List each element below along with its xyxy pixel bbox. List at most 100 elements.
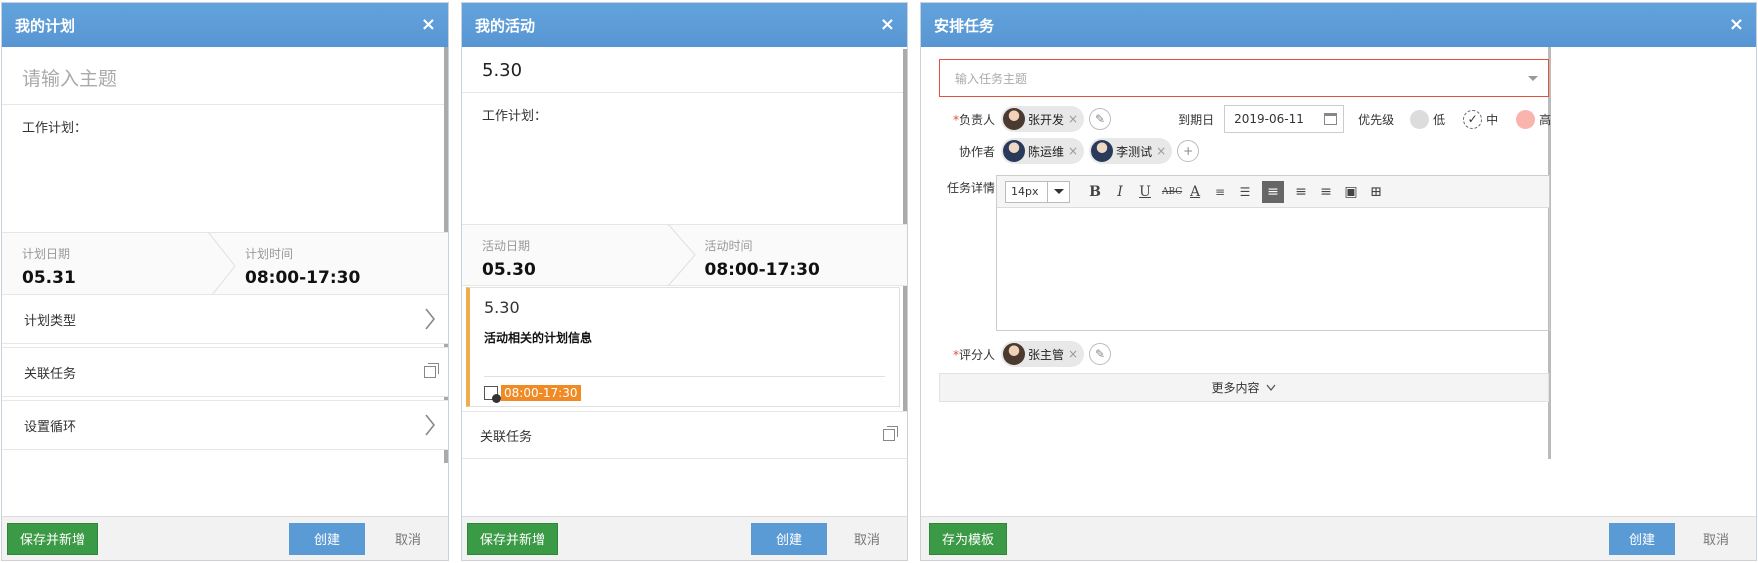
repeat-label: 设置循环 bbox=[24, 419, 77, 435]
owner-row: *负责人 张开发 × ✎ 到期日 2019-06-11 优先级 低 ✓ 中 高 bbox=[939, 105, 1569, 133]
cancel-button[interactable]: 取消 bbox=[1681, 523, 1751, 555]
subject-input[interactable]: 5.30 bbox=[462, 49, 907, 93]
activity-time-cell[interactable]: 活动时间 08:00-17:30 bbox=[685, 225, 908, 285]
dropdown-arrow-icon[interactable] bbox=[1528, 75, 1538, 81]
close-icon[interactable]: × bbox=[421, 16, 436, 34]
time-badge: 08:00-17:30 bbox=[501, 385, 581, 401]
dropdown-arrow-icon bbox=[1047, 181, 1069, 202]
create-button[interactable]: 创建 bbox=[289, 522, 365, 555]
copy-icon bbox=[424, 363, 439, 378]
underline-icon[interactable]: U bbox=[1137, 184, 1153, 200]
avatar bbox=[1003, 140, 1025, 162]
priority-high[interactable]: 高 bbox=[1516, 109, 1551, 129]
italic-icon[interactable]: I bbox=[1112, 184, 1128, 200]
owner-label: *负责人 bbox=[952, 112, 995, 127]
add-icon[interactable]: + bbox=[1177, 140, 1200, 162]
unordered-list-icon[interactable]: ☰ bbox=[1237, 185, 1253, 199]
owner-chip[interactable]: 张开发 × bbox=[1001, 106, 1085, 132]
activity-date-value: 05.30 bbox=[482, 260, 536, 280]
plan-time-cell[interactable]: 计划时间 08:00-17:30 bbox=[225, 233, 448, 299]
activity-card[interactable]: 5.30 活动相关的计划信息 08:00-17:30 bbox=[466, 287, 900, 407]
cancel-button[interactable]: 取消 bbox=[832, 523, 902, 555]
save-as-template-button[interactable]: 存为模板 bbox=[929, 522, 1008, 555]
activity-date-band: 活动日期 05.30 活动时间 08:00-17:30 bbox=[462, 224, 907, 286]
due-date-input[interactable]: 2019-06-11 bbox=[1224, 105, 1345, 133]
create-button[interactable]: 创建 bbox=[1609, 522, 1675, 555]
related-task-row[interactable]: 关联任务 bbox=[2, 347, 448, 397]
activity-dialog-footer: 保存并新增 创建 取消 bbox=[462, 516, 907, 560]
remove-icon[interactable]: × bbox=[1156, 144, 1166, 158]
plan-date-band: 计划日期 05.31 计划时间 08:00-17:30 bbox=[2, 232, 448, 300]
activity-dialog-title: 我的活动 bbox=[475, 16, 536, 35]
collaborator-chip[interactable]: 李测试 × bbox=[1089, 138, 1173, 164]
collaborator-chip[interactable]: 陈运维 × bbox=[1001, 138, 1085, 164]
avatar bbox=[1091, 140, 1114, 162]
more-content-label: 更多内容 bbox=[1211, 381, 1260, 395]
align-center-icon[interactable]: ≡ bbox=[1293, 184, 1309, 200]
priority-label: 优先级 bbox=[1358, 112, 1395, 127]
priority-high-dot bbox=[1516, 109, 1536, 129]
edit-icon[interactable]: ✎ bbox=[1089, 343, 1112, 365]
avatar bbox=[1003, 343, 1025, 365]
work-plan-label[interactable]: 工作计划： bbox=[2, 105, 448, 148]
collaborator-label: 协作者 bbox=[958, 144, 995, 159]
plan-dialog: 我的计划 × 请输入主题 工作计划： 计划日期 05.31 计划时间 08:00… bbox=[1, 2, 449, 561]
close-icon[interactable]: × bbox=[1729, 16, 1744, 34]
plan-dialog-header: 我的计划 × bbox=[2, 3, 448, 47]
plan-type-label: 计划类型 bbox=[24, 313, 77, 329]
work-plan-label[interactable]: 工作计划： bbox=[462, 93, 907, 136]
save-and-new-button[interactable]: 保存并新增 bbox=[7, 522, 99, 555]
reviewer-name: 张主管 bbox=[1028, 347, 1065, 362]
related-task-label: 关联任务 bbox=[24, 366, 77, 382]
edit-icon[interactable]: ✎ bbox=[1089, 108, 1112, 130]
copy-icon bbox=[883, 426, 898, 441]
save-and-new-button[interactable]: 保存并新增 bbox=[467, 522, 559, 555]
plan-time-label: 计划时间 bbox=[245, 247, 294, 261]
reviewer-chip[interactable]: 张主管 × bbox=[1001, 341, 1085, 367]
priority-low-dot bbox=[1410, 109, 1430, 129]
more-content-button[interactable]: 更多内容 bbox=[939, 373, 1549, 402]
table-icon[interactable]: ⊞ bbox=[1368, 184, 1384, 200]
activity-date-cell[interactable]: 活动日期 05.30 bbox=[462, 224, 696, 286]
repeat-row[interactable]: 设置循环 bbox=[2, 400, 448, 450]
detail-label: 任务详情 bbox=[946, 181, 995, 195]
remove-icon[interactable]: × bbox=[1068, 144, 1078, 158]
subject-input[interactable]: 请输入主题 bbox=[2, 51, 448, 105]
priority-mid-label: 中 bbox=[1486, 112, 1499, 127]
ordered-list-icon[interactable]: ≡ bbox=[1212, 185, 1228, 199]
cancel-button[interactable]: 取消 bbox=[373, 523, 443, 555]
align-right-icon[interactable]: ≡ bbox=[1318, 184, 1334, 200]
divider bbox=[484, 376, 885, 377]
bold-icon[interactable]: B bbox=[1087, 184, 1103, 200]
activity-card-time: 08:00-17:30 bbox=[484, 385, 581, 403]
activity-dialog-header: 我的活动 × bbox=[462, 3, 907, 47]
plan-dialog-footer: 保存并新增 创建 取消 bbox=[2, 516, 448, 560]
due-date-label: 到期日 bbox=[1178, 112, 1215, 127]
remove-icon[interactable]: × bbox=[1068, 347, 1078, 361]
collaborator-name: 李测试 bbox=[1116, 144, 1153, 159]
align-left-icon[interactable]: ≡ bbox=[1262, 180, 1284, 203]
task-subject-placeholder: 输入任务主题 bbox=[955, 71, 1028, 86]
close-icon[interactable]: × bbox=[880, 16, 895, 34]
editor-toolbar: 14px B I U ABC A ≡ ☰ ≡ ≡ ≡ ▣ ⊞ bbox=[997, 176, 1549, 208]
activity-dialog: 我的活动 × 5.30 工作计划： 活动日期 05.30 活动时间 08:00-… bbox=[461, 2, 908, 561]
detail-row: 任务详情 bbox=[939, 179, 1001, 196]
rich-text-editor[interactable]: 14px B I U ABC A ≡ ☰ ≡ ≡ ≡ ▣ ⊞ bbox=[996, 175, 1550, 331]
plan-type-row[interactable]: 计划类型 bbox=[2, 294, 448, 344]
avatar bbox=[1003, 108, 1025, 130]
priority-mid[interactable]: ✓ 中 bbox=[1463, 109, 1499, 129]
related-task-row[interactable]: 关联任务 bbox=[462, 411, 907, 459]
font-size-select[interactable]: 14px bbox=[1005, 180, 1070, 203]
remove-icon[interactable]: × bbox=[1068, 112, 1078, 126]
font-color-icon[interactable]: A bbox=[1187, 184, 1203, 200]
priority-low[interactable]: 低 bbox=[1410, 109, 1445, 129]
image-icon[interactable]: ▣ bbox=[1343, 184, 1359, 200]
related-task-label: 关联任务 bbox=[480, 429, 533, 445]
plan-dialog-title: 我的计划 bbox=[15, 16, 76, 35]
plan-date-cell[interactable]: 计划日期 05.31 bbox=[2, 232, 236, 300]
strikethrough-icon[interactable]: ABC bbox=[1162, 187, 1182, 197]
font-size-value: 14px bbox=[1011, 185, 1039, 198]
activity-date-label: 活动日期 bbox=[482, 239, 531, 253]
task-subject-input[interactable]: 输入任务主题 bbox=[939, 59, 1549, 97]
create-button[interactable]: 创建 bbox=[751, 522, 827, 555]
